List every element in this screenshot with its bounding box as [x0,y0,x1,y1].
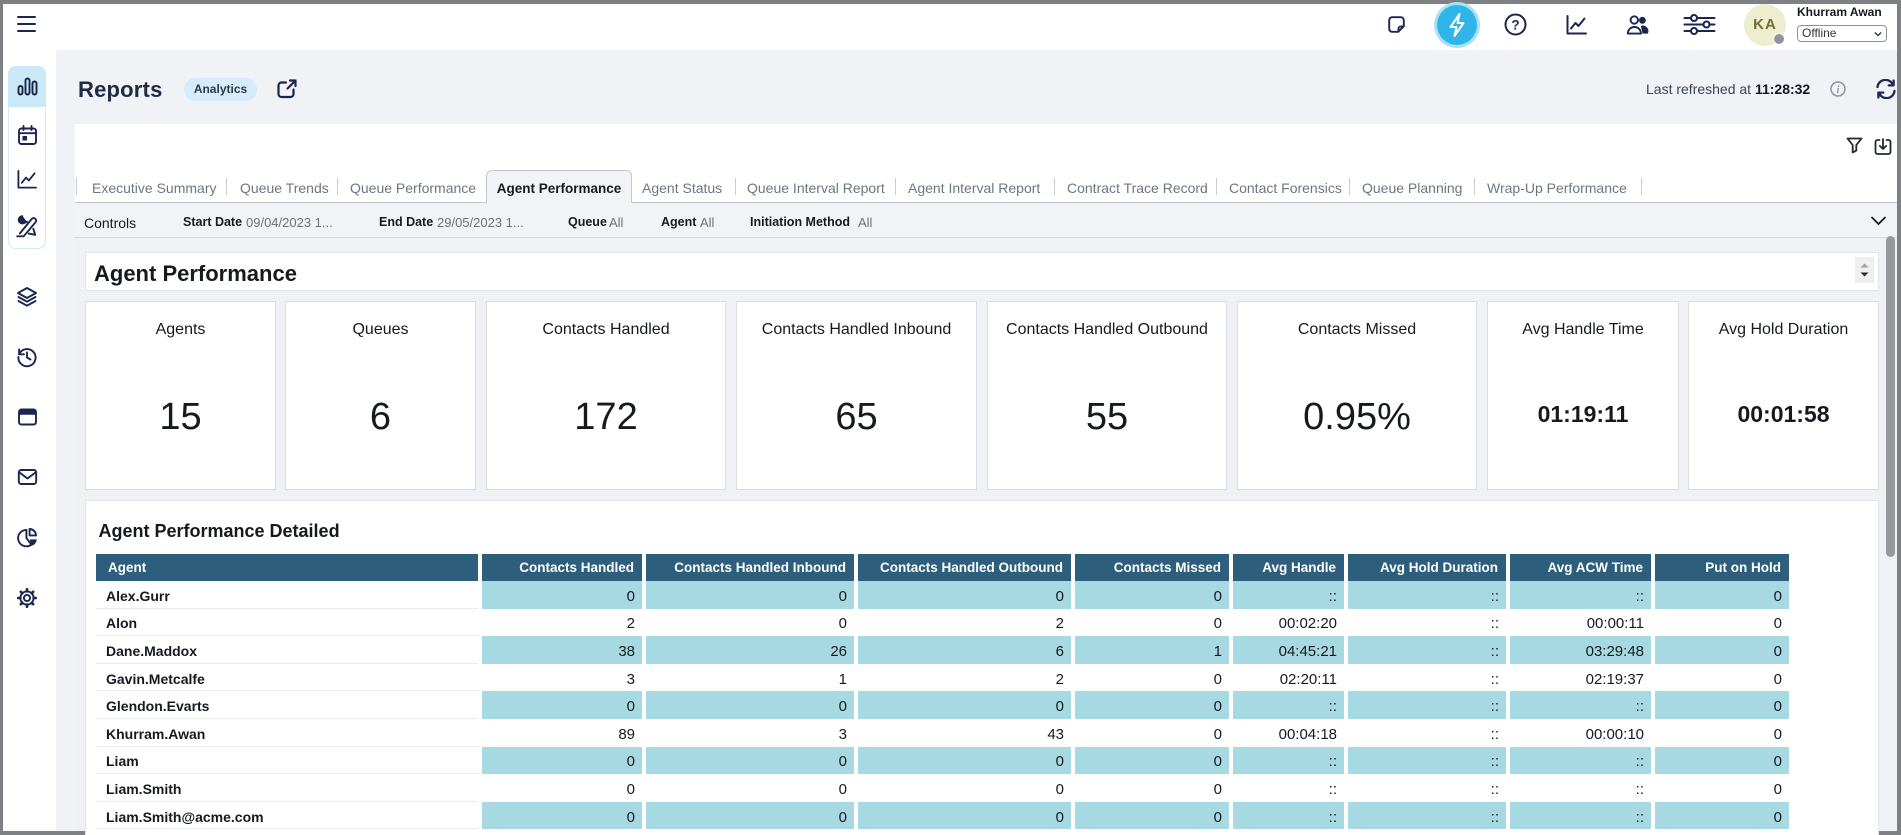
svg-text:?: ? [1511,17,1519,32]
svg-text:i: i [1837,85,1840,96]
